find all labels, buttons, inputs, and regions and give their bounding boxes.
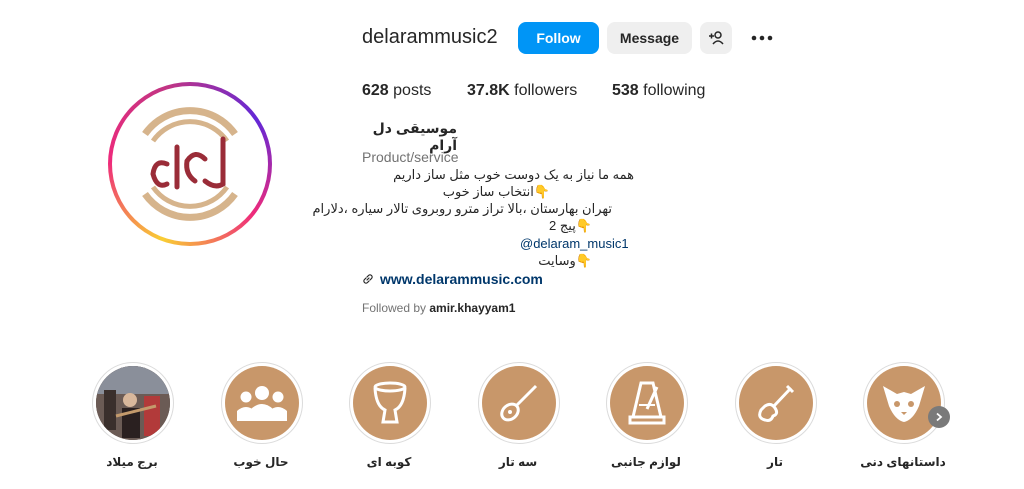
highlight-label: لوازم جانبی <box>611 455 681 469</box>
profile-avatar-ring[interactable] <box>108 82 272 246</box>
avatar-border <box>112 86 268 242</box>
following-stat[interactable]: 538 following <box>612 82 705 100</box>
suggest-user-button[interactable] <box>700 22 732 54</box>
avatar-logo <box>115 89 265 239</box>
followed-by[interactable]: Followed by amir.khayyam1 <box>362 301 515 315</box>
highlight-label: حال خوب <box>233 455 289 469</box>
highlight-lavazem-janebi[interactable] <box>606 362 688 444</box>
highlight-koobe-ei[interactable] <box>349 362 431 444</box>
bio-line-1: همه ما نیاز به یک دوست خوب مثل ساز داریم <box>393 167 634 182</box>
add-person-icon <box>709 31 724 45</box>
bio-line-5: 👇وسایت <box>538 253 592 268</box>
fox-icon <box>867 366 941 440</box>
more-options-icon[interactable] <box>749 28 775 48</box>
highlight-se-tar[interactable] <box>478 362 560 444</box>
drum-icon <box>353 366 427 440</box>
setar-icon <box>482 366 556 440</box>
pointing-down-icon: 👇 <box>533 184 550 199</box>
highlight-dastanhaye-dani[interactable] <box>863 362 945 444</box>
bio-line-3: تهران بهارستان ،بالا تراز مترو روبروی تا… <box>312 201 613 216</box>
pointing-down-icon: 👇 <box>575 253 592 268</box>
link-icon <box>363 274 373 284</box>
pointing-down-icon: 👇 <box>575 218 592 233</box>
highlight-borj-milad[interactable] <box>92 362 174 444</box>
highlight-label: کوبه ای <box>366 455 412 469</box>
message-button[interactable]: Message <box>607 22 692 54</box>
metronome-icon <box>610 366 684 440</box>
highlight-tar[interactable] <box>735 362 817 444</box>
bio-line-4: 👇پیج 2 <box>549 218 592 233</box>
highlight-label: برج میلاد <box>106 455 158 469</box>
highlight-photo <box>96 366 170 440</box>
website-link[interactable]: www.delarammusic.com <box>362 271 543 287</box>
bio-handle-link[interactable]: @delaram_music1 <box>520 236 629 251</box>
bio-line-2: 👇انتخاب ساز خوب <box>442 184 550 199</box>
website-text[interactable]: www.delarammusic.com <box>380 271 543 287</box>
username: delarammusic2 <box>362 26 498 48</box>
highlight-hal-khoob[interactable] <box>221 362 303 444</box>
chevron-right-icon <box>936 412 943 422</box>
highlight-label: داستانهای دنی <box>860 455 946 469</box>
highlight-label: سه تار <box>498 455 538 469</box>
followers-stat[interactable]: 37.8K followers <box>467 82 577 100</box>
people-icon <box>225 366 299 440</box>
highlight-label: تار <box>767 455 783 469</box>
follow-button[interactable]: Follow <box>518 22 599 54</box>
tar-icon <box>739 366 813 440</box>
posts-stat: 628 posts <box>362 82 432 99</box>
category-label: Product/service <box>362 149 459 165</box>
next-highlights-button[interactable] <box>928 406 950 428</box>
